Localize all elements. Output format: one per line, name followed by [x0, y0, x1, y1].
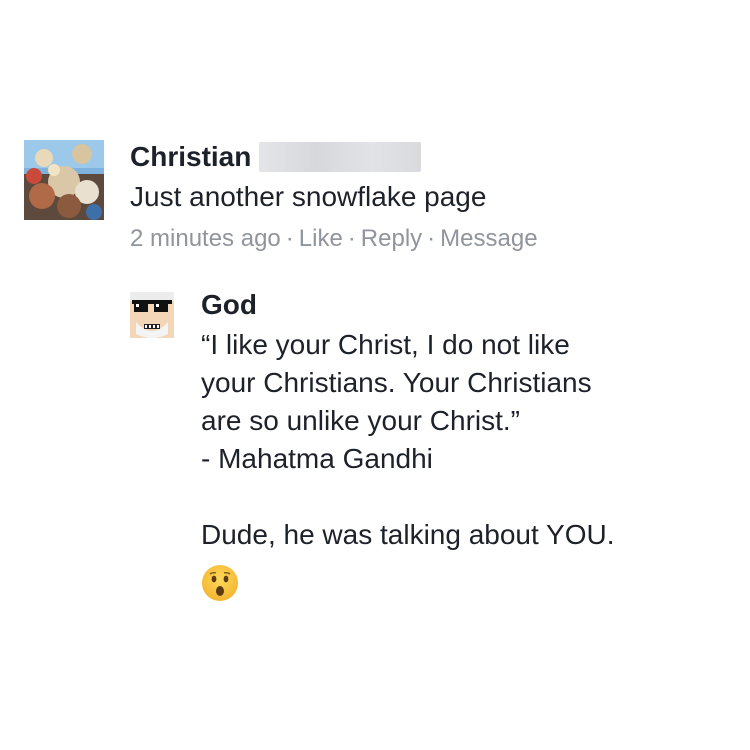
paragraph-break [201, 478, 615, 516]
reply-avatar[interactable] [126, 288, 178, 340]
quote-line: “I like your Christ, I do not like [201, 329, 570, 360]
commenter-name[interactable]: Christian [130, 140, 251, 174]
meta-separator: · [285, 225, 294, 252]
meta-separator: · [427, 225, 436, 252]
quote-attribution: - Mahatma Gandhi [201, 443, 433, 474]
like-button[interactable]: Like [299, 225, 343, 252]
reply-body: God “I like your Christ, I do not like y… [201, 288, 615, 602]
reply-quote: “I like your Christ, I do not like your … [201, 326, 615, 554]
redacted-surname [259, 142, 422, 172]
sunglasses-avatar-icon [126, 288, 178, 340]
comment-timestamp[interactable]: 2 minutes ago [130, 225, 281, 252]
reply-followup-text: Dude, he was talking about YOU. [201, 519, 615, 550]
commenter-avatar[interactable] [24, 140, 104, 220]
hushed-face-emoji-icon [201, 564, 239, 602]
quote-line: are so unlike your Christ.” [201, 405, 521, 436]
reply-author-name[interactable]: God [201, 288, 257, 322]
author-line: Christian [130, 140, 538, 174]
message-button[interactable]: Message [440, 225, 537, 252]
quote-line: your Christians. Your Christians [201, 367, 592, 398]
comment-meta: 2 minutes ago · Like · Reply · Message [130, 224, 538, 254]
reply-author-line: God [201, 288, 615, 322]
avatar-image-icon [24, 140, 104, 220]
meta-separator: · [347, 225, 356, 252]
comment-body: Christian Just another snowflake page 2 … [130, 140, 538, 254]
comment-text: Just another snowflake page [130, 181, 487, 212]
reply-button[interactable]: Reply [361, 225, 422, 252]
